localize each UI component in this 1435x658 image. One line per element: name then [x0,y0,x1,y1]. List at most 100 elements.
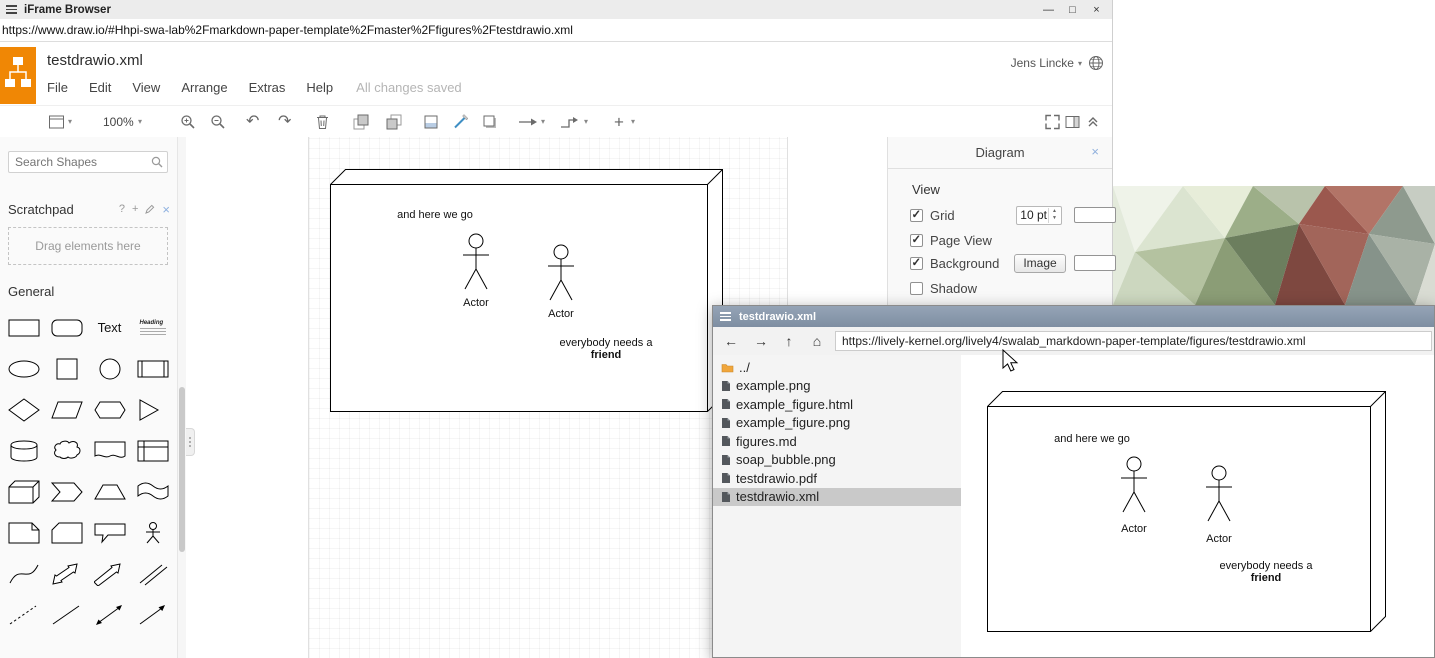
shape-step[interactable] [45,471,88,512]
zoom-out-icon[interactable] [210,114,226,130]
grid-size-input[interactable]: 10 pt ▲ ▼ [1016,206,1062,225]
hamburger-icon[interactable] [6,5,17,14]
shape-callout[interactable] [88,512,131,553]
zoom-level[interactable]: 100% [103,116,134,128]
shape-link[interactable] [131,553,174,594]
redo-icon[interactable]: ↷ [278,114,291,130]
shape-ellipse[interactable] [2,348,45,389]
format-panel-title[interactable]: Diagram [975,145,1024,160]
undo-icon[interactable]: ↶ [246,114,259,130]
menu-view[interactable]: View [132,80,160,95]
menu-edit[interactable]: Edit [89,80,111,95]
to-back-icon[interactable] [386,114,402,130]
page-view-checkbox[interactable] [910,234,923,247]
shape-document[interactable] [88,430,131,471]
shape-triangle[interactable] [131,389,174,430]
chevron-down-icon[interactable]: ▾ [68,118,72,126]
grid-checkbox[interactable] [910,209,923,222]
caption-text[interactable]: everybody needs afriend [554,337,658,361]
fullscreen-icon[interactable] [1045,115,1060,130]
fill-color-icon[interactable] [423,114,439,130]
home-button[interactable]: ⌂ [807,331,827,351]
sidebar-scrollbar[interactable] [178,137,186,658]
spinner-up-icon[interactable]: ▲ [1052,208,1057,215]
file-row[interactable]: example_figure.html [713,395,961,414]
up-button[interactable]: ↑ [779,331,799,351]
shape-bidirectional-connector[interactable] [88,594,131,635]
shape-internal-storage[interactable] [131,430,174,471]
hamburger-icon[interactable] [720,312,731,321]
spinner-down-icon[interactable]: ▼ [1052,215,1057,222]
shape-diamond[interactable] [2,389,45,430]
shadow-icon[interactable] [482,114,498,130]
cube-shape[interactable] [330,169,723,412]
menu-help[interactable]: Help [306,80,333,95]
background-color-swatch[interactable] [1074,255,1116,271]
menu-file[interactable]: File [47,80,68,95]
language-globe-icon[interactable] [1088,55,1104,71]
maximize-button[interactable]: □ [1065,4,1080,16]
shape-directional-connector[interactable] [131,594,174,635]
browser-url-bar[interactable]: https://www.draw.io/#Hhpi-swa-lab%2Fmark… [0,19,1112,42]
connection-icon[interactable] [518,115,538,129]
line-color-icon[interactable] [453,114,469,130]
file-row[interactable]: soap_bubble.png [713,451,961,470]
shape-cube[interactable] [2,471,45,512]
shape-process[interactable] [131,348,174,389]
file-browser-url[interactable]: https://lively-kernel.org/lively4/swalab… [835,331,1432,351]
panel-resize-handle[interactable] [186,428,195,456]
zoom-in-icon[interactable] [180,114,196,130]
format-panel-close-icon[interactable]: × [1091,144,1099,159]
shape-curve[interactable] [2,553,45,594]
grid-color-swatch[interactable] [1074,207,1116,223]
chevron-down-icon[interactable]: ▾ [584,118,588,126]
shape-text[interactable]: Text [88,307,131,348]
shape-tape[interactable] [131,471,174,512]
shape-square[interactable] [45,348,88,389]
menu-extras[interactable]: Extras [249,80,286,95]
search-shapes-input[interactable] [8,151,168,173]
shape-bidirectional-arrow[interactable] [45,553,88,594]
shape-note[interactable] [2,512,45,553]
menu-arrange[interactable]: Arrange [181,80,227,95]
shape-actor[interactable] [131,512,174,553]
scratchpad-drop-area[interactable]: Drag elements here [8,227,168,265]
page-view-icon[interactable] [48,115,65,130]
insert-icon[interactable]: + [614,114,624,131]
help-icon[interactable]: ? [119,203,125,215]
collapse-icon[interactable] [1087,116,1099,128]
general-section-label[interactable]: General [8,284,54,299]
shape-card[interactable] [45,512,88,553]
shape-cylinder[interactable] [2,430,45,471]
format-panel-toggle-icon[interactable] [1065,116,1080,129]
file-row[interactable]: figures.md [713,432,961,451]
scrollbar-thumb[interactable] [179,387,185,552]
note-text[interactable]: and here we go [382,209,488,221]
shape-rounded-rectangle[interactable] [45,307,88,348]
chevron-down-icon[interactable]: ▾ [631,118,635,126]
delete-icon[interactable] [316,115,329,130]
back-button[interactable]: ← [721,331,741,351]
shape-rectangle[interactable] [2,307,45,348]
file-row[interactable]: testdrawio.xml [713,488,961,507]
shape-circle[interactable] [88,348,131,389]
chevron-down-icon[interactable]: ▾ [541,118,545,126]
shape-parallelogram[interactable] [45,389,88,430]
file-row[interactable]: example_figure.png [713,414,961,433]
shape-textbox[interactable]: Heading [131,307,174,348]
file-row[interactable]: ../ [713,358,961,377]
to-front-icon[interactable] [353,114,369,130]
shape-hexagon[interactable] [88,389,131,430]
shape-line[interactable] [45,594,88,635]
close-button[interactable]: × [1089,4,1104,16]
image-button[interactable]: Image [1014,254,1066,273]
shape-cloud[interactable] [45,430,88,471]
actor-label[interactable]: Actor [450,297,502,309]
minimize-button[interactable]: — [1041,4,1056,16]
forward-button[interactable]: → [751,331,771,351]
file-row[interactable]: testdrawio.pdf [713,469,961,488]
shape-dashed-line[interactable] [2,594,45,635]
scratchpad-close-icon[interactable]: × [162,202,170,217]
shape-trapezoid[interactable] [88,471,131,512]
shape-arrow[interactable] [88,553,131,594]
